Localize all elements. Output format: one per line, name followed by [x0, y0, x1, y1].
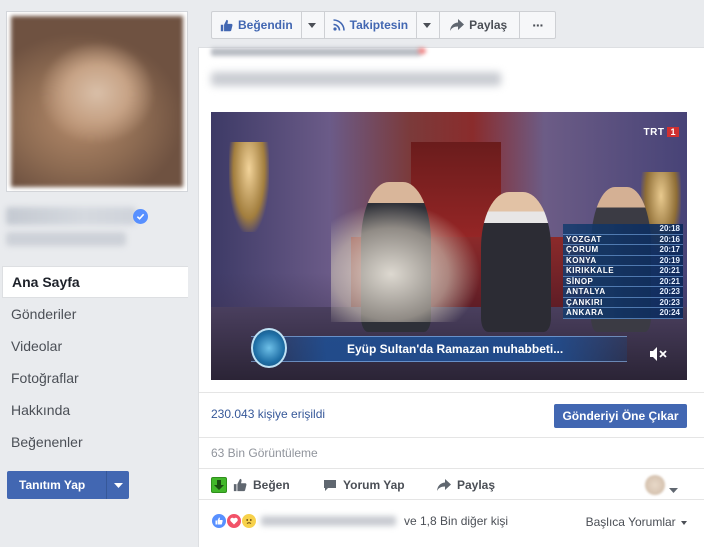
profile-picture[interactable] — [6, 11, 188, 192]
nav-item-posts[interactable]: Gönderiler — [2, 298, 188, 330]
reach-count-link[interactable]: 230.043 kişiye erişildi — [211, 407, 325, 421]
thumbs-up-icon — [233, 478, 247, 492]
ticker-city: YOZGAT — [566, 234, 602, 244]
post-author-redacted — [211, 48, 421, 56]
comment-sort-label: Başlıca Yorumlar — [585, 515, 676, 529]
video-person — [481, 192, 551, 332]
like-reaction-icon[interactable] — [211, 513, 227, 529]
sad-reaction-icon[interactable] — [241, 513, 257, 529]
post-reach-row: 230.043 kişiye erişildi Gönderiyi Öne Çı… — [199, 392, 704, 438]
reactor-names-redacted — [261, 516, 396, 526]
ticker-row: SİNOP 20:21 — [563, 276, 683, 287]
like-button-label: Beğen — [253, 478, 290, 492]
ticker-time: 20:23 — [659, 287, 680, 296]
download-arrow-icon[interactable] — [211, 477, 227, 493]
comment-sort-dropdown[interactable]: Başlıca Yorumlar — [586, 515, 687, 529]
nav-item-videos[interactable]: Videolar — [2, 330, 188, 362]
nav-item-about[interactable]: Hakkında — [2, 394, 188, 426]
ticker-city: ÇANKIRI — [566, 297, 603, 307]
prayer-time-ticker: 20:18 YOZGAT 20:16 ÇORUM 20:17 KONYA 20:19 … — [563, 224, 683, 319]
ticker-row: ÇORUM 20:17 — [563, 245, 683, 256]
like-button[interactable]: Beğen — [233, 469, 290, 501]
post-card: TRT 1 20:18 YOZGAT 20:16 ÇORUM 20:17 KONYA… — [198, 47, 704, 547]
comment-button-label: Yorum Yap — [343, 478, 405, 492]
comment-bubble-icon — [323, 479, 337, 492]
reactions-others-count[interactable]: ve 1,8 Bin diğer kişi — [404, 514, 508, 528]
ticker-row: ANKARA 20:24 — [563, 308, 683, 319]
profile-picture-image — [11, 16, 183, 187]
chevron-down-icon[interactable] — [107, 482, 129, 488]
page-action-bar: Beğendin Takiptesin Paylaş ··· — [211, 11, 557, 39]
chevron-down-icon[interactable] — [423, 22, 432, 28]
verified-badge-icon — [133, 209, 148, 224]
share-arrow-icon — [437, 479, 451, 491]
ticker-time: 20:21 — [659, 266, 680, 275]
following-button[interactable]: Takiptesin — [323, 11, 441, 39]
channel-logo-mark: 1 — [667, 127, 679, 137]
nav-item-likes[interactable]: Beğenenler — [2, 426, 188, 458]
ticker-time: 20:18 — [659, 224, 680, 233]
comment-button[interactable]: Yorum Yap — [323, 469, 405, 501]
liked-button-divider — [300, 11, 302, 39]
share-button-label: Paylaş — [457, 478, 496, 492]
view-count: 63 Bin Görüntüleme — [211, 446, 318, 460]
share-page-button-label: Paylaş — [469, 18, 508, 32]
acting-as-avatar[interactable] — [645, 475, 665, 495]
ticker-row: ÇANKIRI 20:23 — [563, 297, 683, 308]
more-options-button[interactable]: ··· — [519, 11, 557, 39]
promote-button-label: Tanıtım Yap — [19, 478, 86, 492]
ticker-time: 20:24 — [659, 308, 680, 317]
ticker-city: KONYA — [566, 255, 597, 265]
post-interaction-bar: Beğen Yorum Yap Paylaş — [199, 468, 704, 500]
post-author-dot-redacted — [418, 48, 426, 54]
reactions-summary: ve 1,8 Bin diğer kişi Başlıca Yorumlar — [199, 510, 704, 532]
video-player[interactable]: TRT 1 20:18 YOZGAT 20:16 ÇORUM 20:17 KONYA… — [211, 112, 687, 380]
ticker-city: ANTALYA — [566, 287, 606, 296]
ticker-row: KONYA 20:19 — [563, 255, 683, 266]
chevron-down-icon[interactable] — [307, 22, 316, 28]
share-button[interactable]: Paylaş — [437, 469, 495, 501]
promote-button[interactable]: Tanıtım Yap — [7, 471, 129, 499]
boost-post-button[interactable]: Gönderiyi Öne Çıkar — [554, 404, 687, 428]
post-text-redacted — [211, 72, 501, 86]
page-nav: Ana Sayfa Gönderiler Videolar Fotoğrafla… — [2, 266, 188, 458]
channel-logo-text: TRT — [643, 126, 665, 138]
video-caption: Eyüp Sultan'da Ramazan muhabbeti... — [251, 336, 627, 362]
ticker-row: YOZGAT 20:16 — [563, 234, 683, 245]
nav-item-photos[interactable]: Fotoğraflar — [2, 362, 188, 394]
ticker-time: 20:17 — [659, 245, 680, 254]
chevron-down-icon[interactable] — [669, 482, 678, 496]
channel-logo: TRT 1 — [621, 124, 679, 140]
channel-badge-icon — [251, 328, 287, 368]
share-arrow-icon — [450, 19, 465, 31]
page-handle-redacted — [6, 232, 126, 246]
love-reaction-icon[interactable] — [226, 513, 242, 529]
thumbs-up-icon — [220, 19, 233, 32]
video-frame-detail — [331, 202, 481, 322]
liked-button-label: Beğendin — [238, 18, 293, 32]
following-button-divider — [416, 11, 418, 39]
video-frame-detail — [229, 142, 269, 232]
page-name-redacted — [6, 207, 136, 225]
nav-item-home[interactable]: Ana Sayfa — [2, 266, 188, 298]
ticker-city: SİNOP — [566, 276, 594, 286]
ticker-row: 20:18 — [563, 224, 683, 235]
ticker-row: ANTALYA 20:23 — [563, 287, 683, 298]
ticker-time: 20:23 — [659, 297, 680, 307]
mute-icon[interactable] — [649, 346, 669, 362]
ticker-city: KIRIKKALE — [566, 266, 615, 275]
ticker-time: 20:16 — [659, 234, 680, 244]
more-dots-icon: ··· — [532, 17, 544, 33]
chevron-down-icon — [681, 520, 687, 525]
following-button-label: Takiptesin — [349, 18, 409, 32]
ticker-row: KIRIKKALE 20:21 — [563, 266, 683, 277]
rss-icon — [333, 19, 345, 31]
ticker-city: ANKARA — [566, 308, 604, 317]
liked-button[interactable]: Beğendin — [211, 11, 325, 39]
ticker-time: 20:21 — [659, 276, 680, 286]
ticker-time: 20:19 — [659, 255, 680, 265]
ticker-city: ÇORUM — [566, 245, 599, 254]
share-page-button[interactable]: Paylaş — [439, 11, 521, 39]
